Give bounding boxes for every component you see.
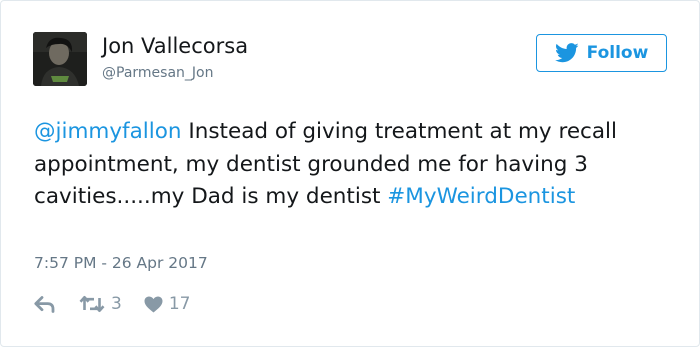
- retweet-icon: [79, 296, 105, 312]
- follow-button[interactable]: Follow: [536, 34, 667, 72]
- user-handle[interactable]: @Parmesan_Jon: [102, 65, 213, 81]
- retweet-button[interactable]: 3: [79, 294, 122, 314]
- twitter-bird-icon: [554, 43, 579, 63]
- tweet-card: Jon Vallecorsa @Parmesan_Jon Follow @jim…: [0, 0, 700, 347]
- tweet-text: @jimmyfallon Instead of giving treatment…: [34, 116, 674, 214]
- retweet-count: 3: [111, 294, 122, 314]
- like-count: 17: [168, 294, 191, 314]
- reply-icon: [34, 295, 55, 313]
- heart-icon: [144, 296, 163, 312]
- display-name[interactable]: Jon Vallecorsa: [102, 34, 248, 58]
- profile-photo-icon: [33, 32, 87, 86]
- follow-button-label: Follow: [586, 43, 649, 63]
- reply-button[interactable]: [34, 295, 55, 313]
- tweet-timestamp[interactable]: 7:57 PM - 26 Apr 2017: [34, 254, 208, 272]
- hashtag-link[interactable]: #MyWeirdDentist: [387, 184, 575, 209]
- tweet-actions: 3 17: [34, 291, 190, 317]
- avatar[interactable]: [33, 32, 87, 86]
- mention-link[interactable]: @jimmyfallon: [34, 119, 182, 144]
- like-button[interactable]: 17: [144, 294, 191, 314]
